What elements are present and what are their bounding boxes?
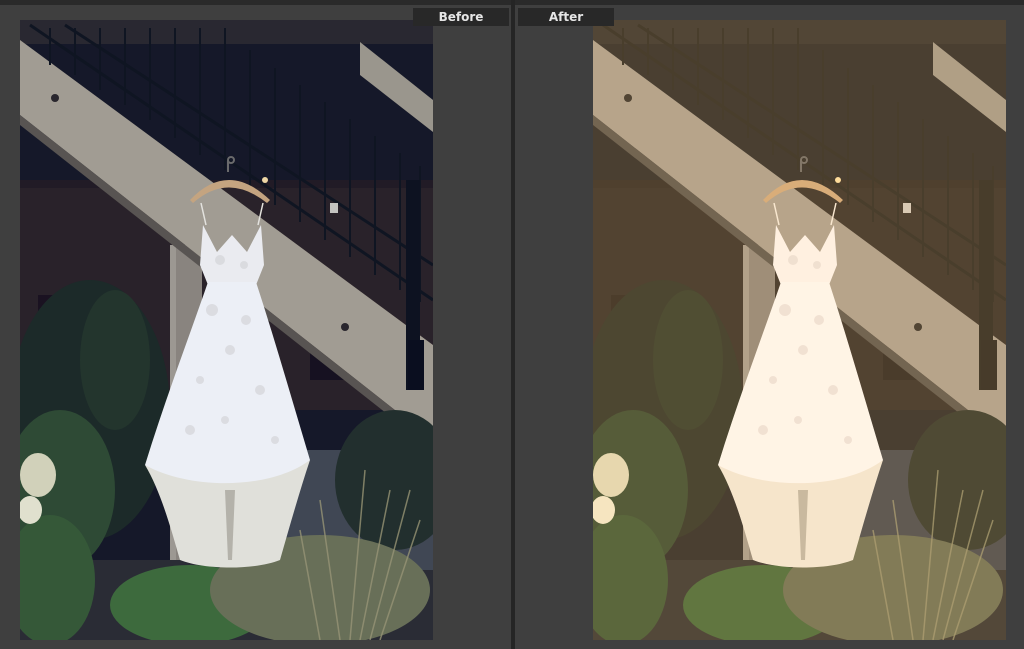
after-photo[interactable] <box>593 20 1006 640</box>
before-photo[interactable] <box>20 20 433 640</box>
compare-view: Before After <box>0 0 1024 649</box>
before-image <box>20 20 433 640</box>
before-pane[interactable]: Before <box>0 5 511 649</box>
after-label: After <box>518 8 614 26</box>
before-label: Before <box>413 8 509 26</box>
after-image <box>593 20 1006 640</box>
after-pane[interactable]: After <box>515 5 1024 649</box>
